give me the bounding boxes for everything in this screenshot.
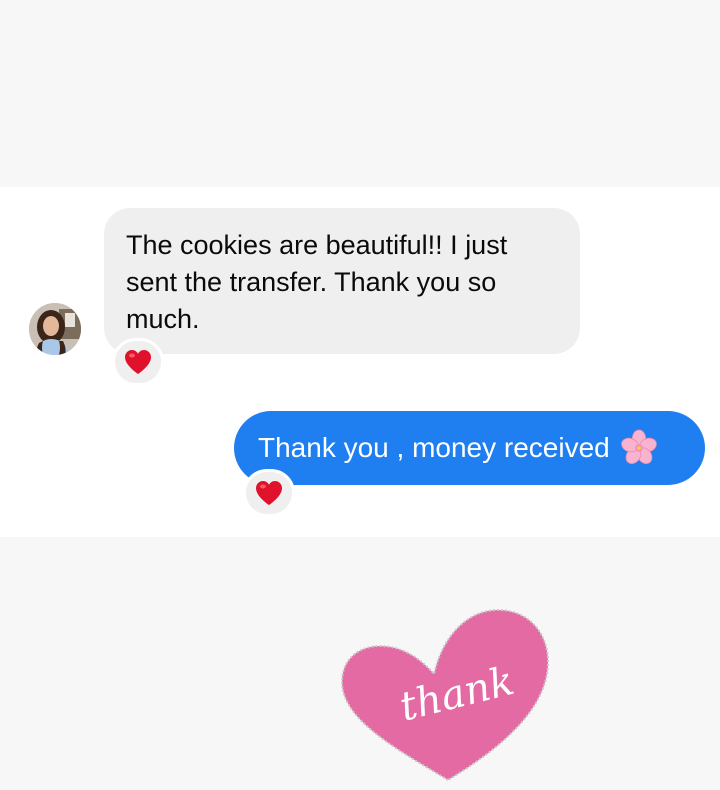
incoming-message-bubble[interactable]: The cookies are beautiful!! I just sent … bbox=[104, 208, 580, 354]
outgoing-message-bubble[interactable]: Thank you , money received bbox=[234, 411, 705, 485]
top-background bbox=[0, 0, 720, 187]
contact-avatar[interactable] bbox=[29, 303, 81, 355]
incoming-reaction-badge[interactable] bbox=[112, 338, 164, 386]
incoming-message-text: The cookies are beautiful!! I just sent … bbox=[126, 230, 508, 334]
thank-you-heart-sticker: thank bbox=[340, 608, 550, 782]
avatar-photo bbox=[29, 303, 81, 355]
red-heart-icon bbox=[256, 481, 282, 505]
outgoing-reaction-badge[interactable] bbox=[243, 469, 295, 517]
outgoing-message-text: Thank you , money received bbox=[258, 432, 610, 463]
red-heart-icon bbox=[125, 350, 151, 374]
cherry-blossom-icon bbox=[620, 429, 657, 465]
